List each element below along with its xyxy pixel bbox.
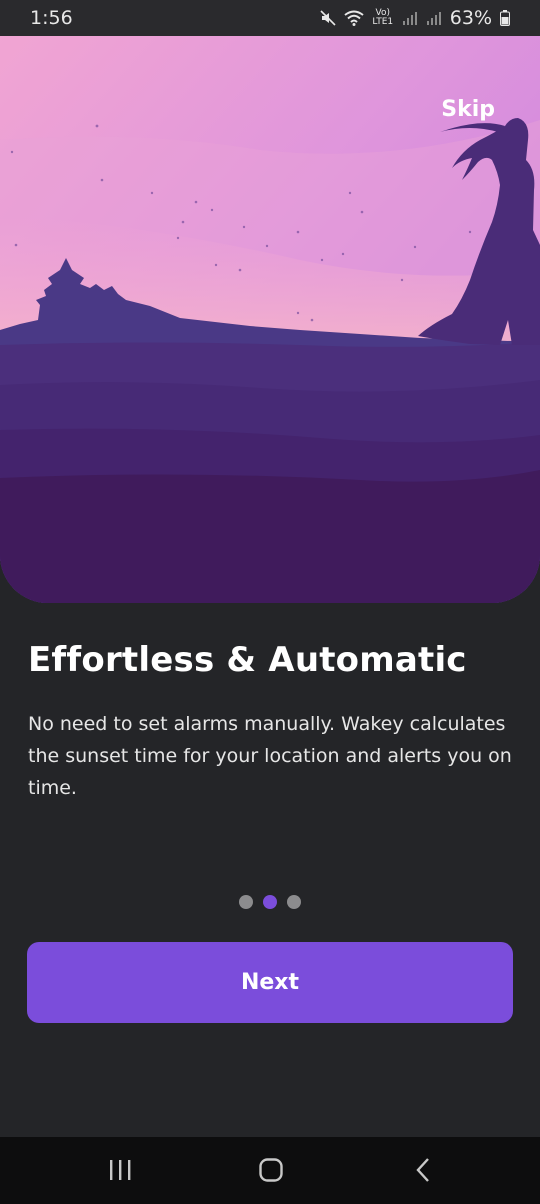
signal-icon: [402, 10, 418, 26]
mute-icon: [320, 10, 336, 26]
page-dot-active[interactable]: [263, 895, 277, 909]
network-label: Vo) LTE1: [372, 8, 394, 27]
system-nav-bar: [0, 1137, 540, 1204]
page-dot[interactable]: [239, 895, 253, 909]
next-button[interactable]: Next: [27, 942, 513, 1023]
battery-percent: 63%: [449, 7, 492, 29]
skip-button[interactable]: Skip: [441, 97, 495, 122]
recent-apps-icon[interactable]: [108, 1157, 132, 1187]
wifi-icon: [344, 10, 364, 26]
page-description: No need to set alarms manually. Wakey ca…: [28, 713, 512, 799]
status-time: 1:56: [30, 7, 73, 29]
back-icon[interactable]: [414, 1157, 432, 1187]
hero-illustration: [0, 0, 540, 603]
status-icons: Vo) LTE1 63%: [320, 7, 510, 29]
page-dot[interactable]: [287, 895, 301, 909]
status-bar: 1:56 Vo) LTE1 63%: [0, 0, 540, 36]
battery-icon: [500, 10, 510, 26]
signal-icon: [426, 10, 442, 26]
home-icon[interactable]: [258, 1157, 284, 1187]
sunset-landscape-image: [0, 0, 540, 603]
page-indicator: [0, 895, 540, 909]
page-title: Effortless & Automatic: [28, 640, 467, 680]
